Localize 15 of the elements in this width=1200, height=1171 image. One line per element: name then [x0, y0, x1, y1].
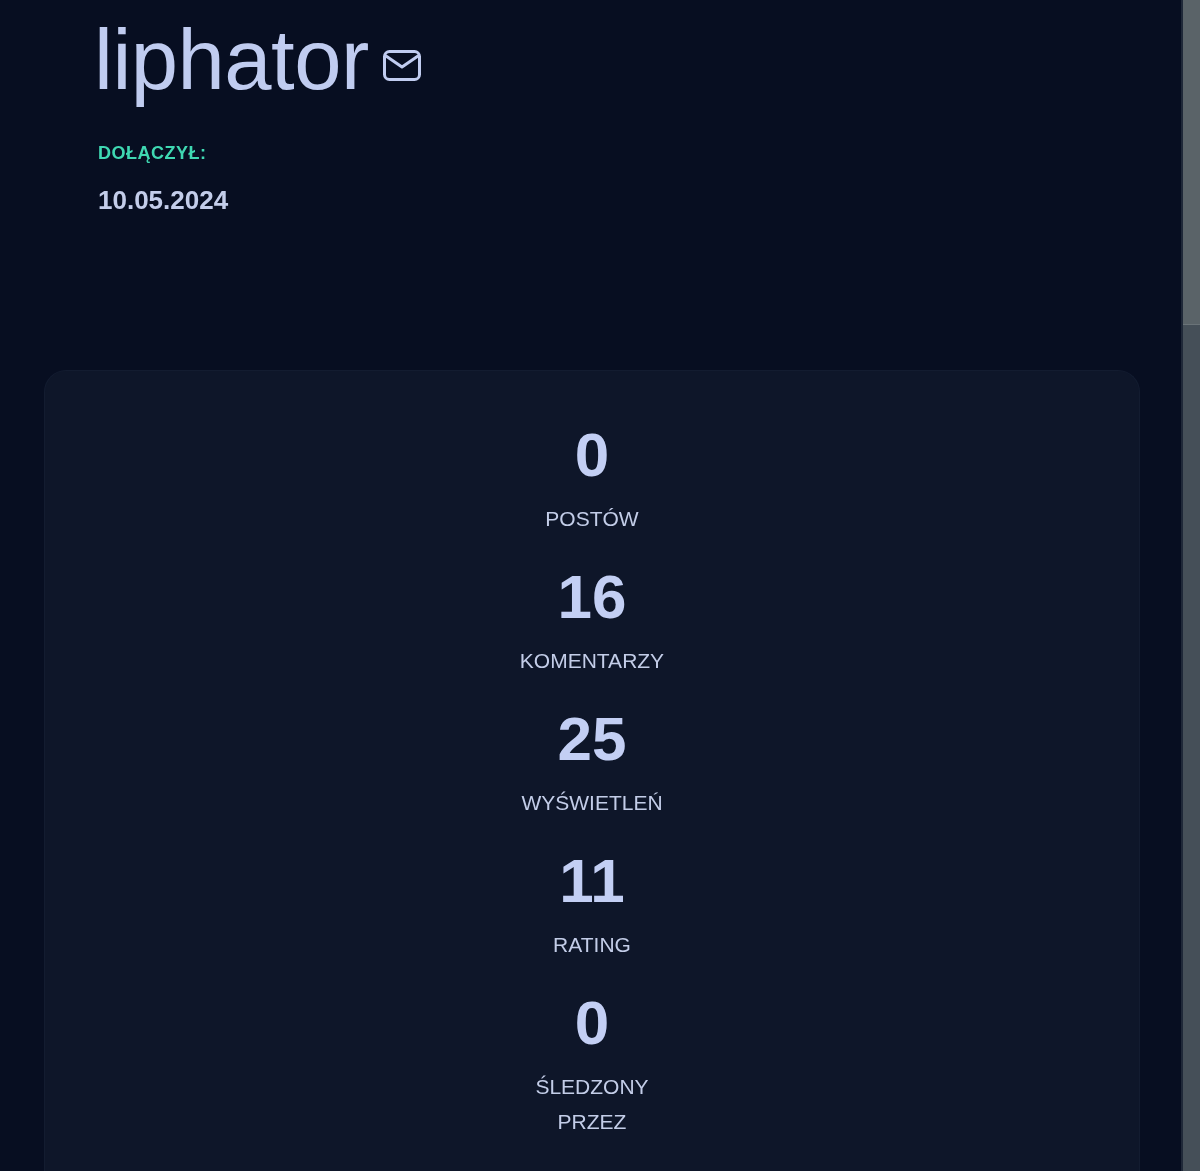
- stat-label: KOMENTARZY: [519, 648, 665, 674]
- stat-value: 25: [557, 703, 627, 775]
- stat-value: 16: [557, 561, 627, 633]
- mail-icon[interactable]: [382, 50, 421, 81]
- stat-value: 11: [559, 845, 625, 917]
- scrollbar-thumb[interactable]: [1183, 0, 1200, 325]
- joined-label: DOŁĄCZYŁ:: [98, 142, 207, 165]
- stat-value: 0: [574, 987, 610, 1059]
- stat-label: ŚLEDZONY PRZEZ: [534, 1074, 650, 1135]
- stat-label: RATING: [553, 932, 631, 958]
- stat-label: WYŚWIETLEŃ: [521, 790, 663, 816]
- joined-date: 10.05.2024: [98, 184, 229, 216]
- stat-value: 0: [574, 419, 610, 491]
- username-title: liphator: [94, 12, 369, 108]
- stat-label: POSTÓW: [545, 506, 639, 532]
